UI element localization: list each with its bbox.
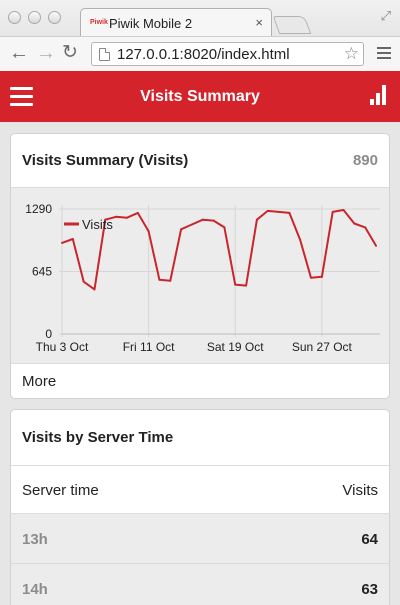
data-point [190,223,193,226]
data-point [353,222,356,225]
y-tick-label: 1290 [25,202,52,216]
app-header: Visits Summary [0,71,400,122]
reload-icon[interactable]: ↻ [62,41,78,65]
maximize-window-button[interactable] [48,11,61,24]
data-point [125,216,128,219]
fullscreen-icon[interactable]: ⤢ [381,8,391,24]
page-title: Visits Summary [140,88,260,105]
data-point [364,226,367,229]
visits-summary-card: Visits Summary (Visits) 890 0 645 1290 Thu … [10,133,390,399]
data-point [234,283,237,286]
row-value: 63 [361,581,378,598]
data-point [180,228,183,231]
tab-title: Piwik Mobile 2 [109,16,193,31]
data-point [223,226,226,229]
data-point [82,280,85,283]
data-point [201,218,204,221]
visits-chart[interactable]: 0 645 1290 Thu 3 Oct Fri 11 Oct Sat 19 Oct Sun… [11,188,389,364]
data-point [158,278,161,281]
data-point [277,210,280,213]
row-value: 64 [361,531,378,548]
data-point [342,208,345,211]
x-tick-label: Thu 3 Oct [36,340,89,354]
x-tick-label: Sun 27 Oct [292,340,353,354]
address-bar[interactable]: 127.0.0.1:8020/index.html ☆ [91,42,364,66]
data-point [147,230,150,233]
browser-tab[interactable]: Piwik Piwik Mobile 2 × [80,8,272,36]
new-tab-button[interactable] [272,16,312,34]
table-row[interactable]: 13h 64 [11,514,389,564]
browser-toolbar: ← → ↻ 127.0.0.1:8020/index.html ☆ [0,36,400,71]
row-label: 13h [22,531,48,548]
more-label: More [22,373,57,390]
data-point [71,238,74,241]
data-point [320,275,323,278]
data-point [310,276,313,279]
data-point [212,219,215,222]
back-arrow-icon[interactable]: ← [9,41,29,65]
bookmark-star-icon[interactable]: ☆ [344,44,359,64]
table-row[interactable]: 14h 63 [11,564,389,605]
page-icon [99,48,110,61]
tab-close-icon[interactable]: × [255,15,263,30]
forward-arrow-icon[interactable]: → [36,41,56,65]
x-tick-label: Sat 19 Oct [207,340,264,354]
card-title: Visits by Server Time [22,429,174,446]
browser-menu-icon[interactable] [377,47,391,62]
card-header: Visits Summary (Visits) 890 [11,134,389,188]
visits-total: 890 [352,152,378,169]
data-point [169,279,172,282]
close-window-button[interactable] [8,11,21,24]
table-header: Server time Visits [11,466,389,514]
row-label: 14h [22,581,48,598]
legend-label: Visits [82,217,113,232]
column-header-server-time: Server time [22,482,99,499]
card-title: Visits Summary (Visits) [22,152,189,169]
server-time-card: Visits by Server Time Server time Visits… [10,409,390,605]
data-point [288,211,291,214]
window-controls [8,11,61,24]
y-tick-label: 0 [45,327,52,341]
data-point [245,284,248,287]
data-point [331,210,334,213]
browser-chrome: Piwik Piwik Mobile 2 × ⤢ ← → ↻ 127.0.0.1… [0,0,400,71]
minimize-window-button[interactable] [28,11,41,24]
data-point [255,218,258,221]
piwik-favicon-icon: Piwik [90,19,108,26]
data-point [299,239,302,242]
card-header: Visits by Server Time [11,410,389,466]
x-tick-label: Fri 11 Oct [123,340,175,354]
column-header-visits: Visits [342,482,378,499]
data-point [375,244,377,247]
more-button[interactable]: More [11,364,389,398]
data-point [61,241,63,244]
data-point [136,211,139,214]
visits-line-chart: 0 645 1290 Thu 3 Oct Fri 11 Oct Sat 19 Oct Sun… [25,202,380,354]
main-content: Visits Summary (Visits) 890 0 645 1290 Thu … [0,122,400,605]
data-point [266,209,269,212]
y-tick-label: 645 [32,265,52,279]
bar-chart-icon[interactable] [370,85,387,105]
data-point [93,288,96,291]
url-text[interactable]: 127.0.0.1:8020/index.html [117,46,290,63]
data-point [115,215,118,218]
